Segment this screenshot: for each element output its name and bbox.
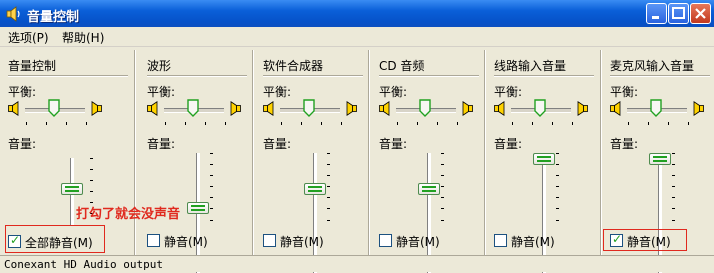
balance-slider[interactable] (379, 98, 489, 125)
menu-options[interactable]: 选项(P) (8, 29, 49, 46)
volume-label: 音量: (494, 137, 523, 151)
separator (147, 75, 247, 77)
annotation-text: 打勾了就会没声音 (76, 207, 181, 222)
window-title: 音量控制 (27, 10, 80, 25)
mute-label[interactable]: 静音(M) (164, 233, 208, 250)
balance-ticks (165, 122, 226, 125)
channel-divider (252, 50, 254, 255)
balance-thumb[interactable] (650, 99, 662, 117)
close-icon (695, 8, 706, 19)
volume-label: 音量: (147, 137, 176, 151)
balance-ticks (397, 122, 458, 125)
volume-label: 音量: (379, 137, 408, 151)
separator (494, 75, 594, 77)
balance-ticks (512, 122, 573, 125)
mute-check[interactable] (379, 234, 392, 247)
channel-line-in: 线路输入音量 平衡: 音量: 静音(M) (494, 48, 594, 273)
close-button[interactable] (690, 3, 711, 24)
balance-thumb[interactable] (303, 99, 315, 117)
volume-label: 音量: (263, 137, 292, 151)
left-speaker-icon (379, 101, 390, 116)
right-speaker-icon (91, 101, 102, 116)
right-speaker-icon (346, 101, 357, 116)
status-text: Conexant HD Audio output (4, 258, 163, 271)
mute-check[interactable] (147, 234, 160, 247)
balance-ticks (281, 122, 342, 125)
balance-slider[interactable] (147, 98, 257, 125)
right-speaker-icon (462, 101, 473, 116)
channel-title: 麦克风输入音量 (610, 59, 695, 73)
balance-ticks (26, 122, 87, 125)
title-bar[interactable]: 音量控制 (0, 0, 714, 27)
left-speaker-icon (263, 101, 274, 116)
mute-check[interactable] (263, 234, 276, 247)
left-speaker-icon (610, 101, 621, 116)
volume-thumb[interactable] (187, 201, 209, 214)
balance-thumb[interactable] (187, 99, 199, 117)
channel-title: 软件合成器 (263, 59, 324, 73)
channel-wave: 波形 平衡: 音量: 静音(M) (147, 48, 247, 273)
balance-thumb[interactable] (419, 99, 431, 117)
mute-label[interactable]: 静音(M) (396, 233, 440, 250)
channel-mic-in: 麦克风输入音量 平衡: 音量: 静音(M) (610, 48, 710, 273)
channel-title: CD 音频 (379, 59, 425, 73)
speaker-app-icon (6, 6, 20, 22)
left-speaker-icon (494, 101, 505, 116)
mute-check[interactable] (494, 234, 507, 247)
balance-slider[interactable] (263, 98, 373, 125)
channel-divider (600, 50, 602, 255)
volume-label: 音量: (610, 137, 639, 151)
balance-thumb[interactable] (48, 99, 60, 117)
balance-slider[interactable] (494, 98, 604, 125)
right-speaker-icon (230, 101, 241, 116)
channel-cd-audio: CD 音频 平衡: 音量: 静音(M) (379, 48, 479, 273)
maximize-button[interactable] (668, 3, 689, 24)
channel-title: 波形 (147, 59, 172, 73)
mute-label[interactable]: 静音(M) (280, 233, 324, 250)
separator (610, 75, 710, 77)
status-bar: Conexant HD Audio output (0, 255, 714, 272)
menu-help[interactable]: 帮助(H) (62, 29, 104, 46)
channel-title: 音量控制 (8, 59, 57, 73)
right-speaker-icon (577, 101, 588, 116)
balance-thumb[interactable] (534, 99, 546, 117)
channel-divider (134, 50, 136, 255)
right-speaker-icon (693, 101, 704, 116)
channel-divider (368, 50, 370, 255)
volume-thumb[interactable] (649, 153, 671, 165)
volume-thumb[interactable] (418, 183, 440, 196)
left-speaker-icon (147, 101, 158, 116)
separator (263, 75, 363, 77)
balance-slider[interactable] (8, 98, 118, 125)
minimize-icon (652, 16, 659, 19)
volume-thumb[interactable] (61, 183, 83, 196)
separator (8, 75, 128, 77)
mute-label[interactable]: 静音(M) (511, 233, 555, 250)
separator (379, 75, 479, 77)
volume-thumb[interactable] (533, 153, 555, 165)
balance-slider[interactable] (610, 98, 714, 125)
minimize-button[interactable] (646, 3, 667, 24)
channel-sw-synth: 软件合成器 平衡: 音量: 静音(M) (263, 48, 363, 273)
channel-divider (484, 50, 486, 255)
left-speaker-icon (8, 101, 19, 116)
channel-title: 线路输入音量 (494, 59, 567, 73)
highlight-box-mic-mute (603, 229, 687, 251)
balance-ticks (628, 122, 689, 125)
menu-bar: 选项(P) 帮助(H) (0, 27, 714, 47)
volume-thumb[interactable] (304, 183, 326, 196)
volume-label: 音量: (8, 137, 37, 151)
highlight-box-mute-all (5, 225, 105, 253)
maximize-icon (672, 7, 685, 19)
